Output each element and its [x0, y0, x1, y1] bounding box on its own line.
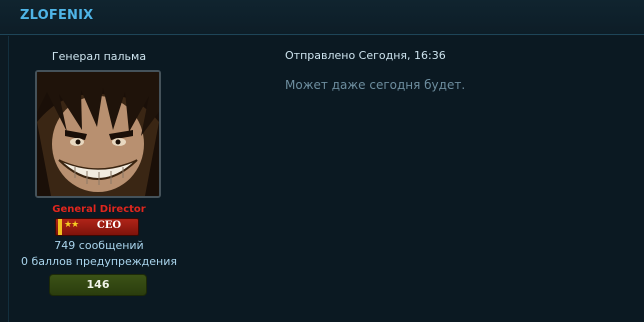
username-link[interactable]: ZLOFENIX [20, 8, 93, 23]
rank-badge: ★★ CEO [55, 218, 139, 236]
post-timestamp: Отправлено Сегодня, 16:36 [285, 49, 446, 62]
reputation-badge[interactable]: 146 [49, 274, 147, 296]
group-name: General Director [52, 204, 146, 215]
post-container: Генерал пальма General Director ★★ CEO 7… [8, 36, 644, 322]
rank-stripe [58, 219, 62, 235]
avatar[interactable] [35, 70, 161, 198]
rank-label: CEO [96, 220, 122, 231]
post-header: ZLOFENIX [0, 0, 644, 35]
post-content: Может даже сегодня будет. [285, 78, 466, 92]
stars-icon: ★★ [64, 220, 79, 230]
author-info-panel: Генерал пальма General Director ★★ CEO 7… [9, 36, 209, 322]
post-count: 749 сообщений [54, 239, 144, 252]
warning-points: 0 баллов предупреждения [20, 255, 178, 268]
user-title: Генерал пальма [51, 50, 147, 63]
avatar-image [37, 72, 159, 196]
